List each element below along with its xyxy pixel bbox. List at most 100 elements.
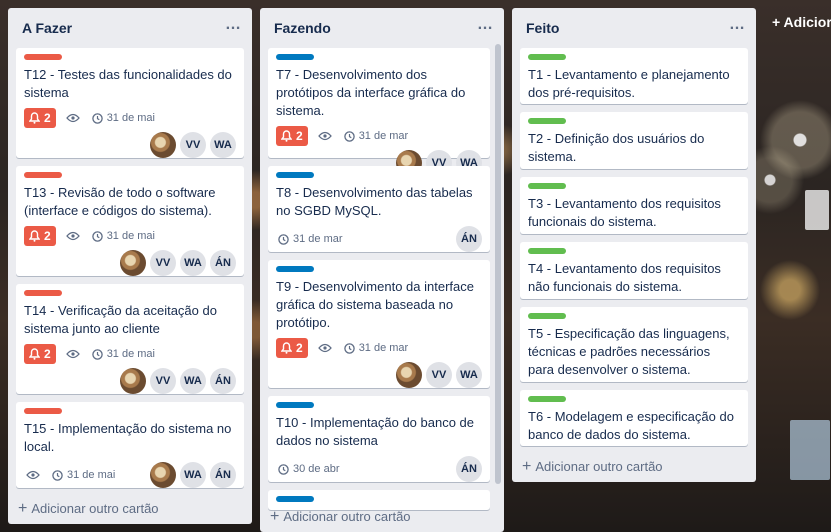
card-label[interactable] [24, 290, 62, 296]
card[interactable]: T14 - Verificação da aceitação do sistem… [16, 284, 244, 394]
member-avatar[interactable]: VV [150, 368, 176, 394]
list-title[interactable]: A Fazer [22, 20, 72, 36]
card-title: T5 - Especificação das linguagens, técni… [528, 326, 730, 377]
member-avatar[interactable]: WA [180, 368, 206, 394]
user-photo-avatar[interactable] [120, 368, 146, 394]
card[interactable]: T9 - Desenvolvimento da interface gráfic… [268, 260, 490, 388]
card-members: VV WA [24, 132, 236, 158]
due-date[interactable]: 31 de mar [343, 130, 408, 142]
card-title: T12 - Testes das funcionalidades do sist… [24, 67, 232, 100]
notification-badge[interactable]: 2 [276, 126, 308, 146]
member-avatar[interactable]: ÁN [210, 250, 236, 276]
list-menu-button[interactable]: … [225, 16, 242, 34]
add-card-button[interactable]: + Adicionar outro cartão [18, 500, 159, 518]
card-label[interactable] [276, 54, 314, 60]
notification-badge[interactable]: 2 [24, 344, 56, 364]
card-badges: 2 31 de mar [276, 126, 482, 146]
card-label[interactable] [276, 496, 314, 502]
add-list-button[interactable]: + Adicior [772, 14, 831, 30]
notification-count: 2 [44, 347, 51, 361]
card-label[interactable] [276, 402, 314, 408]
member-avatar[interactable]: VV [150, 250, 176, 276]
plus-icon: + [18, 500, 28, 517]
user-photo-avatar[interactable] [396, 362, 422, 388]
card-badges: 31 de mai WA ÁN [24, 462, 236, 488]
card[interactable]: T7 - Desenvolvimento dos protótipos da i… [268, 48, 490, 176]
card[interactable]: T1 - Levantamento e planejamento dos pré… [520, 48, 748, 104]
card-members: WA ÁN [150, 462, 236, 488]
plus-icon: + [522, 458, 532, 475]
card[interactable]: T12 - Testes das funcionalidades do sist… [16, 48, 244, 158]
due-date[interactable]: 31 de mar [343, 342, 409, 354]
card[interactable]: T8 - Desenvolvimento das tabelas no SGBD… [268, 166, 490, 252]
member-avatar[interactable]: ÁN [210, 368, 236, 394]
notification-badge[interactable]: 2 [24, 108, 56, 128]
card-label[interactable] [528, 248, 566, 254]
notification-count: 2 [44, 111, 51, 125]
member-avatar[interactable]: VV [426, 362, 452, 388]
list-title[interactable]: Fazendo [274, 20, 331, 36]
card-label[interactable] [276, 172, 314, 178]
due-date[interactable]: 30 de abr [276, 463, 339, 475]
card-label[interactable] [24, 172, 62, 178]
card[interactable]: T5 - Especificação das linguagens, técni… [520, 307, 748, 382]
card[interactable]: T6 - Modelagem e especificação do banco … [520, 390, 748, 446]
member-avatar[interactable]: WA [180, 462, 206, 488]
member-avatar[interactable]: VV [180, 132, 206, 158]
user-photo-avatar[interactable] [120, 250, 146, 276]
notification-badge[interactable]: 2 [276, 338, 308, 358]
list-menu-button[interactable]: … [729, 16, 746, 34]
due-date-text: 31 de mar [358, 342, 409, 354]
card-label[interactable] [528, 118, 566, 124]
user-photo-avatar[interactable] [150, 132, 176, 158]
member-avatar[interactable]: WA [210, 132, 236, 158]
due-date-text: 31 de mai [106, 230, 155, 242]
card-title: T7 - Desenvolvimento dos protótipos da i… [276, 67, 466, 118]
background-sign [790, 420, 830, 480]
due-date[interactable]: 31 de mai [52, 469, 115, 481]
add-card-button[interactable]: + Adicionar outro cartão [522, 458, 663, 476]
member-avatar[interactable]: ÁN [456, 226, 482, 252]
due-date-text: 30 de abr [293, 463, 340, 475]
add-card-button[interactable]: + Adicionar outro cartão [270, 508, 411, 526]
card-badges: 30 de abr ÁN [276, 456, 482, 482]
due-date-text: 31 de mai [106, 112, 155, 124]
due-date[interactable]: 31 de mai [91, 348, 155, 360]
card[interactable]: T13 - Revisão de todo o software (interf… [16, 166, 244, 276]
card-title: T15 - Implementação do sistema no local. [24, 421, 232, 454]
card-label[interactable] [528, 54, 566, 60]
card[interactable]: T2 - Definição dos usuários do sistema. [520, 112, 748, 169]
clock-icon [91, 230, 103, 242]
card-label[interactable] [24, 54, 62, 60]
card-label[interactable] [528, 183, 566, 189]
card-title: T1 - Levantamento e planejamento dos pré… [528, 67, 730, 100]
card-label[interactable] [528, 313, 566, 319]
member-avatar[interactable]: WA [180, 250, 206, 276]
card[interactable]: T4 - Levantamento dos requisitos não fun… [520, 242, 748, 299]
list-title[interactable]: Feito [526, 20, 559, 36]
card[interactable]: T3 - Levantamento dos requisitos funcion… [520, 177, 748, 234]
notification-badge[interactable]: 2 [24, 226, 56, 246]
member-avatar[interactable]: WA [456, 362, 482, 388]
member-avatar[interactable]: ÁN [456, 456, 482, 482]
clock-icon [343, 342, 355, 354]
card-label[interactable] [24, 408, 62, 414]
member-avatar[interactable]: ÁN [210, 462, 236, 488]
list-menu-button[interactable]: … [477, 16, 494, 34]
watch-indicator [65, 231, 80, 241]
watch-indicator [26, 470, 40, 480]
due-date[interactable]: 31 de mar [276, 233, 343, 245]
eye-icon [317, 131, 332, 141]
notification-count: 2 [296, 129, 303, 143]
card-label[interactable] [528, 396, 566, 402]
card-label[interactable] [276, 266, 314, 272]
card[interactable]: T10 - Implementação do banco de dados no… [268, 396, 490, 482]
bell-icon [281, 130, 292, 142]
scrollbar[interactable] [495, 44, 501, 484]
list-header: Feito … [512, 8, 756, 48]
card[interactable]: T15 - Implementação do sistema no local.… [16, 402, 244, 488]
due-date[interactable]: 31 de mai [91, 112, 155, 124]
user-photo-avatar[interactable] [150, 462, 176, 488]
card[interactable] [268, 490, 490, 510]
due-date[interactable]: 31 de mai [91, 230, 155, 242]
